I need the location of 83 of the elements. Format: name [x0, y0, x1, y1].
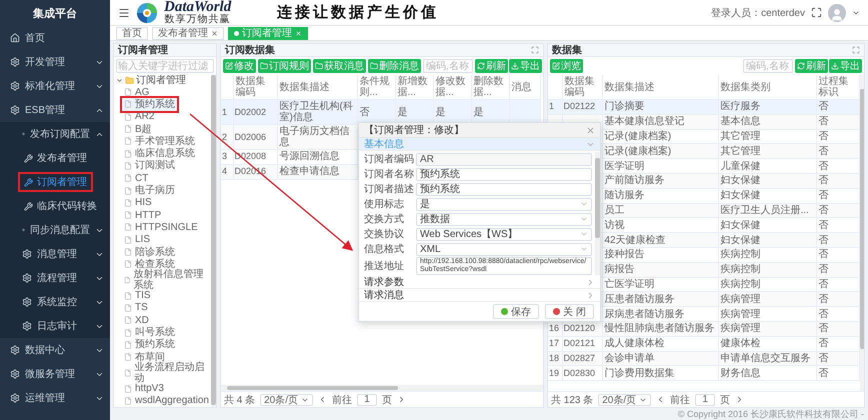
copyright-text: © Copyright 2016 长沙康氏软件科技有限公司 -	[676, 408, 865, 420]
sidebar-title: 集成平台	[32, 6, 78, 22]
table-cell: 否	[816, 188, 859, 204]
slogan-text: 连接让数据产生价值	[277, 3, 440, 22]
table-cell: D02122	[562, 100, 602, 114]
sidebar-label: 流程管理	[37, 272, 77, 285]
table-cell: 基本健康信息登记	[602, 114, 718, 130]
table-cell: 慢性阻肺病患者随访服务	[602, 321, 718, 336]
sidebar-label: 发布订阅配置	[30, 128, 90, 141]
table-cell: 妇女保健	[718, 173, 816, 188]
table-cell: 尿病患者随访服务	[602, 306, 718, 322]
row-number: 17	[548, 336, 562, 352]
table-cell: 检查申请信息	[277, 164, 357, 180]
table-cell: 否	[816, 158, 859, 174]
table-cell: 产前随访服务	[602, 173, 718, 188]
panel-title: 数据集	[552, 44, 582, 57]
field-label: 订阅者描述	[364, 182, 415, 196]
field-label: 交换协议	[364, 228, 405, 241]
table-cell: 否	[816, 247, 859, 262]
table-cell: 否	[816, 100, 859, 114]
goto-label: 前往	[332, 394, 352, 406]
table-cell: 门诊摘要	[602, 100, 718, 114]
sidebar-label: 运维管理	[25, 392, 65, 405]
sidebar-label: ESB管理	[25, 104, 66, 117]
table-cell: 医学证明	[602, 158, 718, 174]
sidebar-label: 开发管理	[25, 56, 65, 69]
brand-tagline: 数享万物共赢	[164, 15, 231, 25]
table-cell: D02121	[562, 336, 602, 352]
sidebar-label: 首页	[25, 32, 45, 45]
table-cell: 儿童保健	[718, 158, 816, 174]
sidebar-label: 同步消息配置	[30, 224, 90, 237]
table-cell: 妇女保健	[718, 188, 816, 204]
row-number: 19	[548, 366, 562, 381]
table-cell: 否	[816, 321, 859, 336]
table-cell: 号源回溯信息	[277, 150, 357, 164]
field-label: 使用标志	[364, 198, 405, 211]
table-cell: 病报告	[602, 262, 718, 278]
total-count: 共 123 条	[551, 394, 594, 406]
table-cell: 疾病管理	[718, 306, 816, 322]
table-cell: 健康体检	[718, 336, 816, 352]
table-cell: 否	[816, 114, 859, 130]
table-cell: 否	[816, 232, 859, 248]
table-cell: 疾病控制	[718, 247, 816, 262]
table-cell: 医疗服务	[718, 100, 816, 114]
panel-title: 订阅者管理	[118, 44, 168, 57]
field-label: 信息格式	[364, 242, 405, 256]
field-label: 交换方式	[364, 212, 405, 226]
table-cell: 42天健康检查	[602, 232, 718, 248]
table-cell: 门诊费用数据集	[602, 366, 718, 381]
table-cell: 疾病控制	[718, 262, 816, 278]
total-count: 共 4 条	[224, 394, 256, 406]
table-cell: 否	[816, 366, 859, 381]
page-unit: 页	[720, 394, 730, 406]
brand-name: DataWorld	[164, 0, 232, 15]
table-cell: 财务信息	[718, 366, 816, 381]
table-cell: 妇女保健	[718, 232, 816, 248]
table-cell: 否	[816, 173, 859, 188]
table-cell: 否	[816, 262, 859, 278]
sidebar-label: 标准化管理	[25, 80, 75, 93]
user-label: 登录人员：centerdev	[711, 6, 805, 20]
sidebar-label: 消息管理	[37, 248, 77, 261]
page-unit: 页	[382, 394, 392, 406]
goto-label: 前往	[670, 394, 690, 406]
field-label: 订阅者编码	[364, 152, 415, 166]
row-number: 3	[221, 150, 233, 164]
row-number: 4	[221, 164, 233, 180]
panel-title: 订阅数据集	[225, 44, 275, 57]
table-cell: 成人健康体检	[602, 336, 718, 352]
table-cell: 随访服务	[602, 188, 718, 204]
table-cell: 疾病管理	[718, 321, 816, 336]
sidebar-label: 数据中心	[25, 344, 65, 357]
field-label: 推送地址	[364, 260, 405, 273]
table-cell: 否	[816, 336, 859, 352]
row-number: 1	[548, 100, 562, 114]
sidebar-label: 微服务管理	[25, 368, 75, 381]
sidebar-label: 系统监控	[37, 296, 77, 309]
table-cell: D02830	[562, 366, 602, 381]
table-cell: 接种报告	[602, 247, 718, 262]
dialog-title: 【订阅者管理：修改】	[364, 124, 464, 137]
sidebar-label: 日志审计	[37, 320, 77, 333]
field-label: 订阅者名称	[364, 168, 415, 181]
table-cell: 否	[816, 306, 859, 322]
table-cell: 基本信息	[718, 114, 816, 130]
